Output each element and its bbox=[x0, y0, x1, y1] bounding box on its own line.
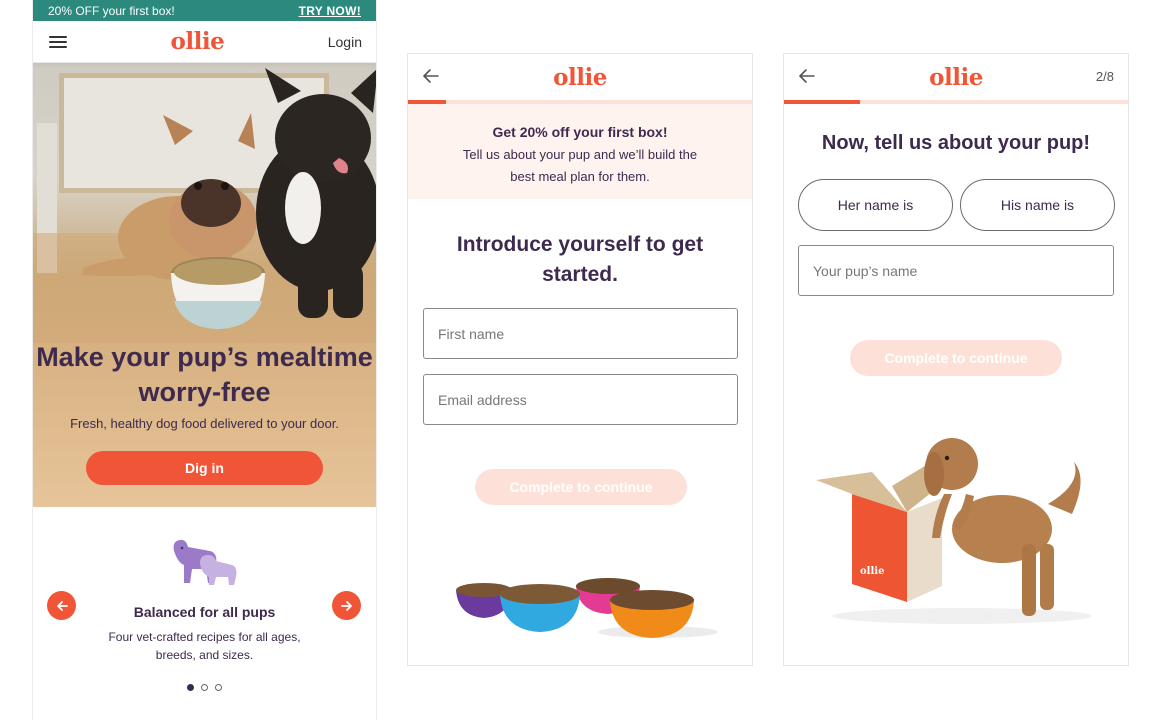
pup-heading: Now, tell us about your pup! bbox=[821, 132, 1091, 154]
ollie-logo[interactable]: ollie bbox=[929, 64, 983, 91]
complete-to-continue-button[interactable]: Complete to continue bbox=[850, 340, 1062, 376]
home-screen: 20% OFF your first box! TRY NOW! ollie L… bbox=[33, 0, 376, 720]
box-logo-text: ollie bbox=[860, 566, 884, 577]
hero-subtitle: Fresh, healthy dog food delivered to you… bbox=[70, 416, 339, 431]
promo-text: 20% OFF your first box! bbox=[48, 3, 175, 18]
hero-dogs-image bbox=[33, 68, 376, 343]
step-indicator: 2/8 bbox=[1095, 69, 1114, 84]
food-bowls-image bbox=[456, 578, 718, 638]
ollie-logo[interactable]: ollie bbox=[553, 64, 607, 91]
arrow-left-icon[interactable] bbox=[798, 67, 816, 85]
signup-progress-bar bbox=[408, 100, 752, 104]
signup-header: ollie bbox=[408, 54, 752, 100]
signup-heading: Introduce yourself to get started. bbox=[456, 233, 704, 286]
carousel-dot-3[interactable] bbox=[215, 684, 222, 691]
hero-title: Make your pup’s mealtime worry-free bbox=[36, 342, 373, 407]
progress-fill bbox=[784, 100, 860, 104]
pup-screen: ollie 2/8 Now, tell us about your pup! H… bbox=[783, 53, 1129, 666]
dog-with-box-image: ollie bbox=[816, 438, 1092, 624]
dig-in-button[interactable]: Dig in bbox=[86, 451, 323, 485]
pup-progress-bar bbox=[784, 100, 1128, 104]
offer-text: Tell us about your pup and we’ll build t… bbox=[462, 147, 698, 184]
carousel-next-button[interactable] bbox=[332, 591, 361, 620]
signup-screen: ollie Get 20% off your first box! Tell u… bbox=[407, 53, 753, 666]
pup-name-field[interactable] bbox=[798, 245, 1114, 296]
carousel-pagination bbox=[33, 684, 376, 691]
try-now-link[interactable]: TRY NOW! bbox=[299, 4, 361, 18]
progress-fill bbox=[408, 100, 446, 104]
feature-title: Balanced for all pups bbox=[133, 604, 276, 620]
feature-description: Four vet-crafted recipes for all ages, b… bbox=[108, 630, 301, 662]
pup-header: ollie 2/8 bbox=[784, 54, 1128, 100]
top-navigation: ollie Login bbox=[33, 21, 376, 63]
complete-to-continue-button[interactable]: Complete to continue bbox=[475, 469, 687, 505]
first-name-field[interactable] bbox=[423, 308, 738, 359]
feature-carousel: Balanced for all pups Four vet-crafted r… bbox=[33, 507, 376, 720]
arrow-right-icon bbox=[340, 600, 352, 611]
offer-banner: Get 20% off your first box! Tell us abou… bbox=[408, 104, 752, 199]
offer-title: Get 20% off your first box! bbox=[492, 124, 668, 140]
arrow-left-icon[interactable] bbox=[422, 67, 440, 85]
her-name-is-button[interactable]: Her name is bbox=[798, 179, 953, 231]
promo-banner: 20% OFF your first box! TRY NOW! bbox=[33, 0, 376, 21]
hero-section: Make your pup’s mealtime worry-free Fres… bbox=[33, 63, 376, 507]
email-field[interactable] bbox=[423, 374, 738, 425]
hamburger-menu-icon[interactable] bbox=[49, 35, 67, 48]
login-link[interactable]: Login bbox=[328, 34, 362, 50]
carousel-dot-1[interactable] bbox=[187, 684, 194, 691]
his-name-is-button[interactable]: His name is bbox=[960, 179, 1115, 231]
carousel-dot-2[interactable] bbox=[201, 684, 208, 691]
two-dogs-icon bbox=[173, 539, 237, 585]
ollie-logo[interactable]: ollie bbox=[171, 28, 225, 55]
